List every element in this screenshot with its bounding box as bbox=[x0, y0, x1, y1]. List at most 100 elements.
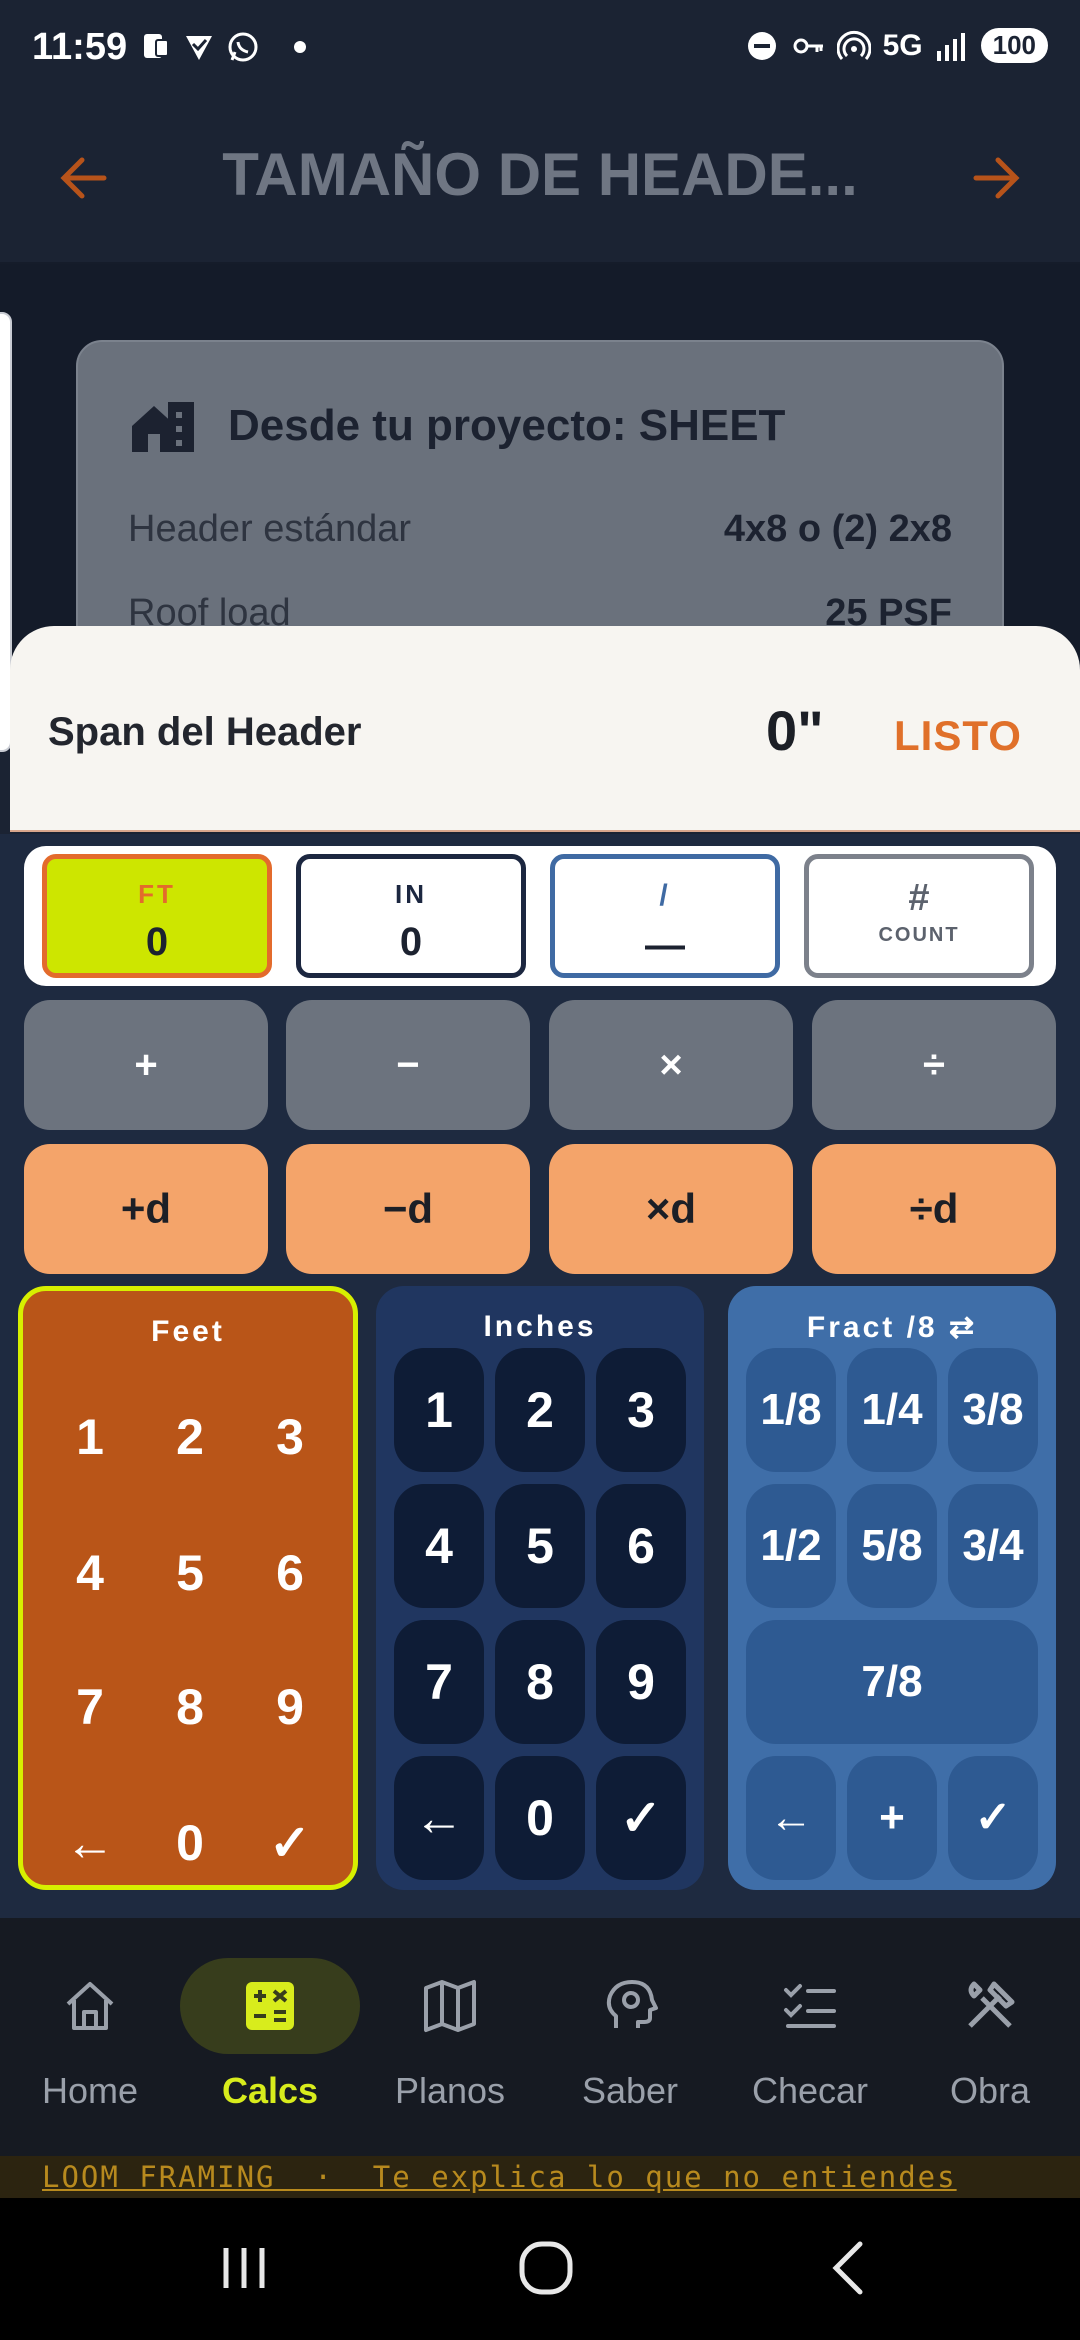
home-circle-icon[interactable] bbox=[506, 2228, 586, 2308]
calculator-panel: FT 0 IN 0 / — # COUNT + − × ÷ +d −d ×d ÷… bbox=[0, 834, 1080, 1918]
mode-count-button[interactable]: # COUNT bbox=[804, 854, 1034, 978]
brain-icon bbox=[606, 1980, 658, 2028]
inches-key-6[interactable]: 6 bbox=[596, 1484, 686, 1608]
signal-icon bbox=[936, 32, 965, 61]
nav-label: Home bbox=[41, 2070, 139, 2111]
fraction-key-1-8[interactable]: 1/8 bbox=[746, 1348, 836, 1472]
fraction-key-3-4[interactable]: 3/4 bbox=[948, 1484, 1038, 1608]
input-value: 0" bbox=[766, 699, 824, 762]
multiply-button[interactable]: × bbox=[549, 1000, 793, 1130]
mode-symbol: # bbox=[908, 877, 930, 919]
input-label: Span del Header bbox=[48, 710, 362, 754]
whatsapp-icon bbox=[228, 32, 258, 62]
fraction-key-5-8[interactable]: 5/8 bbox=[847, 1484, 937, 1608]
vpn-check-icon bbox=[186, 36, 212, 60]
inches-key-4[interactable]: 4 bbox=[394, 1484, 484, 1608]
inches-key-1[interactable]: 1 bbox=[394, 1348, 484, 1472]
add-button[interactable]: + bbox=[24, 1000, 268, 1130]
arrow-right-icon[interactable] bbox=[966, 148, 1026, 208]
system-nav-bar bbox=[0, 2198, 1080, 2340]
nav-home[interactable]: Home bbox=[0, 1958, 180, 2118]
subtract-button[interactable]: − bbox=[286, 1000, 530, 1130]
feet-backspace-button[interactable]: ← bbox=[45, 1781, 135, 1905]
fraction-key-7-8[interactable]: 7/8 bbox=[746, 1620, 1038, 1744]
fraction-key-1-2[interactable]: 1/2 bbox=[746, 1484, 836, 1608]
calculator-icon bbox=[246, 1982, 294, 2030]
fraction-key-3-8[interactable]: 3/8 bbox=[948, 1348, 1038, 1472]
feet-key-8[interactable]: 8 bbox=[145, 1645, 235, 1769]
arrow-left-icon[interactable] bbox=[54, 148, 114, 208]
marquee-banner: LOOM FRAMING · Te explica lo que no enti… bbox=[0, 2156, 1080, 2198]
status-time: 11:59 bbox=[32, 26, 128, 68]
inches-key-0[interactable]: 0 bbox=[495, 1756, 585, 1880]
inches-key-8[interactable]: 8 bbox=[495, 1620, 585, 1744]
nav-label: Obra bbox=[949, 2070, 1031, 2111]
notification-icon bbox=[144, 34, 169, 58]
recents-icon[interactable] bbox=[204, 2228, 284, 2308]
fraction-keypad: Fract /8 ⇄ 1/8 1/4 3/8 1/2 5/8 3/4 7/8 ←… bbox=[728, 1286, 1056, 1890]
inches-backspace-button[interactable]: ← bbox=[394, 1756, 484, 1880]
multiply-dimension-button[interactable]: ×d bbox=[549, 1144, 793, 1274]
feet-key-5[interactable]: 5 bbox=[145, 1511, 235, 1635]
fraction-key-1-4[interactable]: 1/4 bbox=[847, 1348, 937, 1472]
feet-key-7[interactable]: 7 bbox=[45, 1645, 135, 1769]
feet-key-9[interactable]: 9 bbox=[245, 1645, 335, 1769]
done-button[interactable]: LISTO bbox=[894, 712, 1022, 760]
battery-indicator: 100 bbox=[980, 28, 1048, 63]
hotspot-icon bbox=[836, 30, 871, 60]
nav-saber[interactable]: Saber bbox=[540, 1958, 720, 2118]
nav-obra[interactable]: Obra bbox=[900, 1958, 1080, 2118]
home-icon bbox=[66, 1982, 114, 2030]
feet-keypad: Feet 1 2 3 4 5 6 7 8 9 ← 0 ✓ bbox=[18, 1286, 358, 1890]
fraction-confirm-button[interactable]: ✓ bbox=[948, 1756, 1038, 1880]
divide-button[interactable]: ÷ bbox=[812, 1000, 1056, 1130]
feet-key-6[interactable]: 6 bbox=[245, 1511, 335, 1635]
nav-calcs[interactable]: Calcs bbox=[180, 1958, 360, 2118]
nav-checar[interactable]: Checar bbox=[720, 1958, 900, 2118]
subtract-dimension-button[interactable]: −d bbox=[286, 1144, 530, 1274]
key-icon bbox=[793, 38, 823, 53]
dot-icon bbox=[294, 41, 306, 53]
marquee-text: LOOM FRAMING · Te explica lo que no enti… bbox=[42, 2160, 957, 2194]
mode-value: 0 bbox=[399, 920, 423, 964]
status-bar: 11:59 5G 100 bbox=[0, 0, 1080, 100]
operator-row: + − × ÷ bbox=[24, 1000, 1056, 1130]
mode-label: IN bbox=[395, 879, 427, 909]
mode-label: FT bbox=[138, 879, 176, 909]
keypad-title[interactable]: Fract /8 ⇄ bbox=[728, 1310, 1056, 1345]
nav-label: Calcs bbox=[221, 2070, 319, 2111]
inches-confirm-button[interactable]: ✓ bbox=[596, 1756, 686, 1880]
fraction-backspace-button[interactable]: ← bbox=[746, 1756, 836, 1880]
mode-value: — bbox=[645, 923, 685, 967]
mode-inches-button[interactable]: IN 0 bbox=[296, 854, 526, 978]
feet-key-4[interactable]: 4 bbox=[45, 1511, 135, 1635]
mode-feet-button[interactable]: FT 0 bbox=[42, 854, 272, 978]
keypad-title: Inches bbox=[483, 1310, 597, 1343]
feet-key-2[interactable]: 2 bbox=[145, 1375, 235, 1499]
add-dimension-button[interactable]: +d bbox=[24, 1144, 268, 1274]
feet-confirm-button[interactable]: ✓ bbox=[245, 1781, 335, 1905]
feet-key-1[interactable]: 1 bbox=[45, 1375, 135, 1499]
fraction-plus-button[interactable]: + bbox=[847, 1756, 937, 1880]
app-header: TAMAÑO DE HEADE... bbox=[0, 100, 1080, 264]
inches-key-9[interactable]: 9 bbox=[596, 1620, 686, 1744]
inches-key-3[interactable]: 3 bbox=[596, 1348, 686, 1472]
feet-key-3[interactable]: 3 bbox=[245, 1375, 335, 1499]
page-title: TAMAÑO DE HEADE... bbox=[222, 141, 858, 208]
project-row: Header estándar 4x8 o (2) 2x8 bbox=[128, 508, 952, 551]
divide-dimension-button[interactable]: ÷d bbox=[812, 1144, 1056, 1274]
inches-key-7[interactable]: 7 bbox=[394, 1620, 484, 1744]
project-row-value: 4x8 o (2) 2x8 bbox=[723, 508, 952, 550]
tools-icon bbox=[968, 1981, 1015, 2028]
nav-label: Saber bbox=[581, 2070, 679, 2111]
feet-key-0[interactable]: 0 bbox=[145, 1781, 235, 1905]
inches-key-2[interactable]: 2 bbox=[495, 1348, 585, 1472]
bottom-nav: Home Calcs Planos Saber Checar Obra bbox=[0, 1918, 1080, 2156]
back-chevron-icon[interactable] bbox=[810, 2228, 890, 2308]
inches-key-5[interactable]: 5 bbox=[495, 1484, 585, 1608]
mode-fraction-button[interactable]: / — bbox=[550, 854, 780, 978]
nav-planos[interactable]: Planos bbox=[360, 1958, 540, 2118]
nav-label: Planos bbox=[394, 2070, 506, 2111]
input-sheet: Span del Header 0" LISTO bbox=[10, 626, 1080, 832]
dimension-operator-row: +d −d ×d ÷d bbox=[24, 1144, 1056, 1274]
